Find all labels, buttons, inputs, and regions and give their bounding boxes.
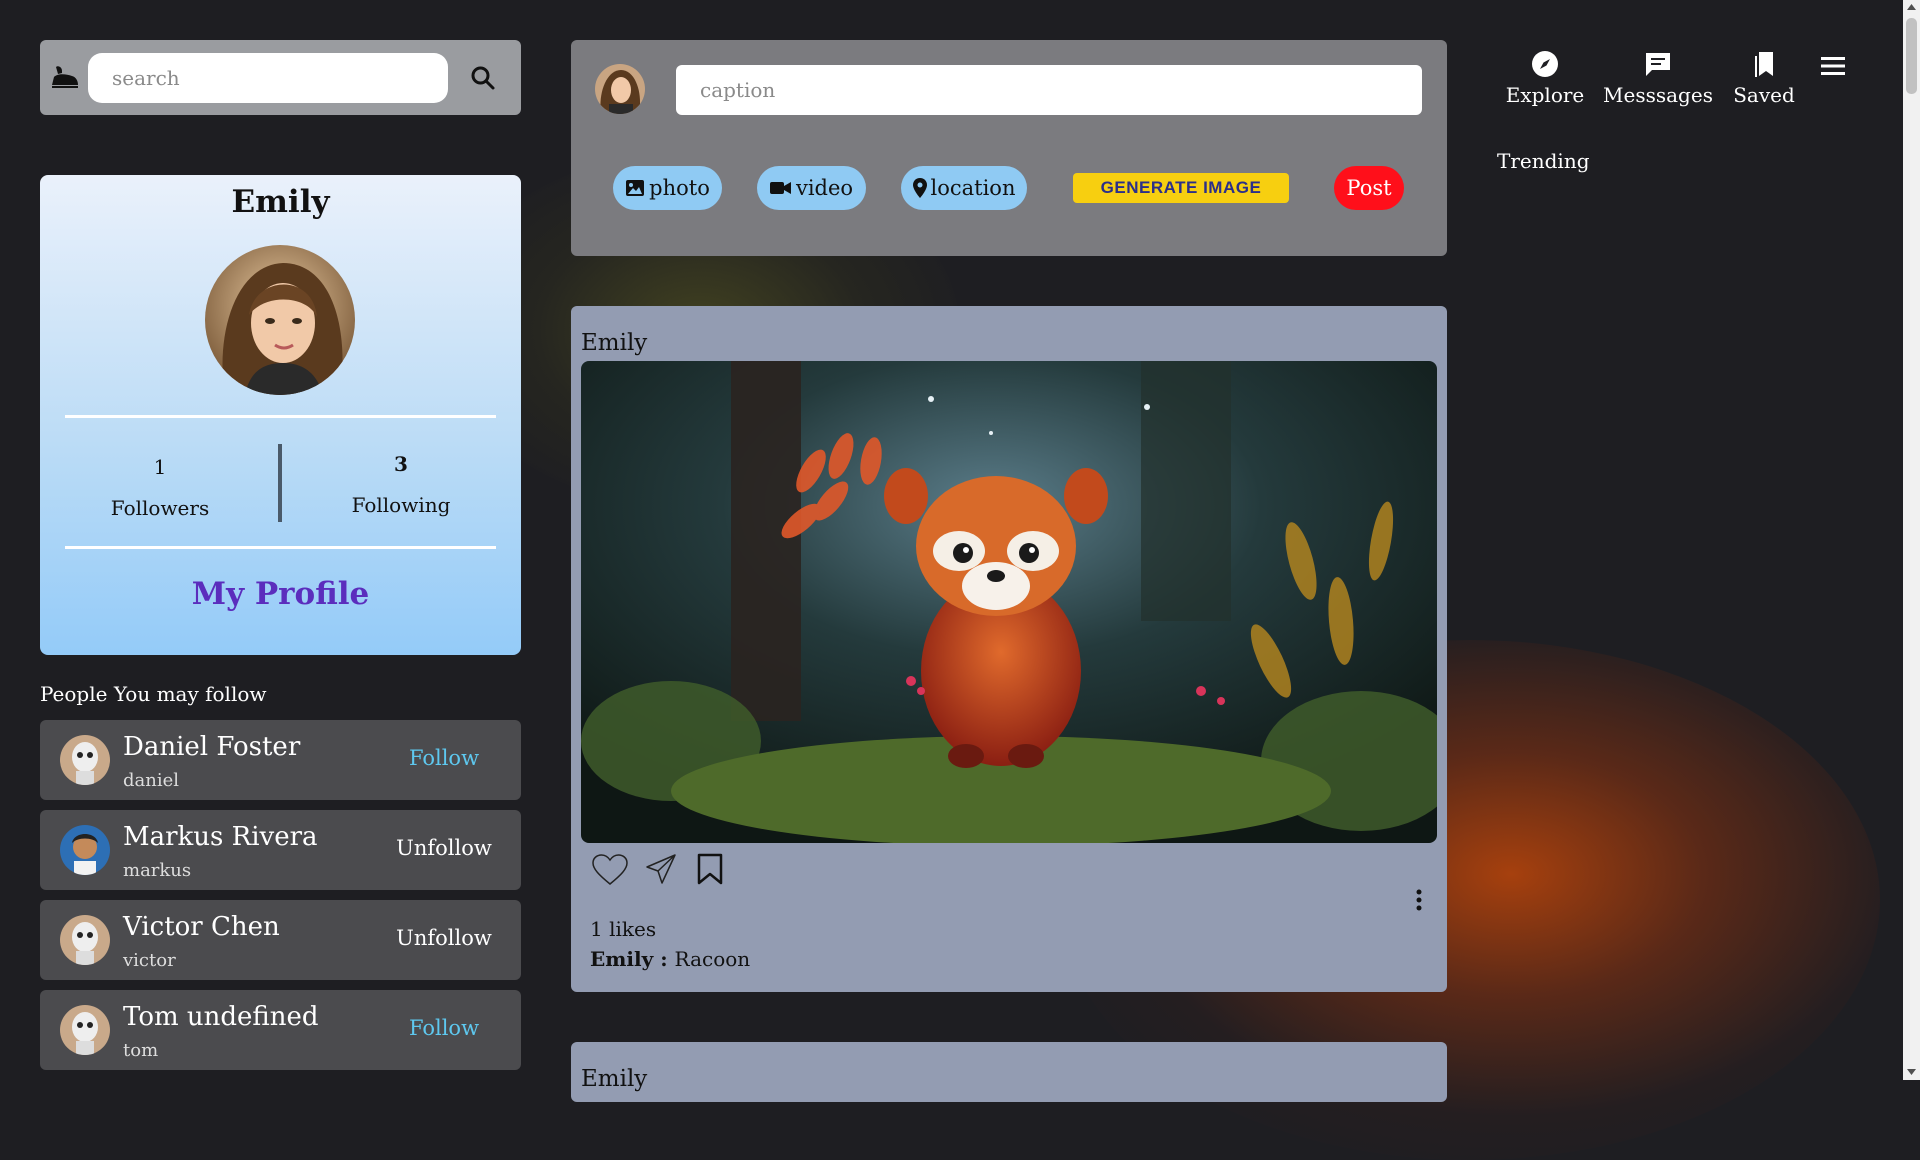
video-label: video [795, 176, 854, 200]
person-username: markus [123, 860, 192, 881]
search-input[interactable] [88, 53, 448, 103]
person-name[interactable]: Victor Chen [123, 912, 280, 942]
list-item: Tom undefined tom Follow [40, 990, 521, 1070]
location-pin-icon [912, 178, 927, 198]
nav-explore[interactable]: Explore [1500, 50, 1590, 107]
generate-image-button[interactable]: GENERATE IMAGE [1073, 173, 1289, 203]
nav-explore-label: Explore [1505, 83, 1585, 107]
following-count: 3 [394, 452, 408, 476]
follow-button[interactable]: Follow [384, 746, 504, 770]
person-username: tom [123, 1040, 159, 1061]
people-section-title: People You may follow [40, 682, 267, 706]
caption-author[interactable]: Emily [590, 947, 653, 971]
divider [65, 546, 496, 549]
more-options-icon[interactable] [1415, 889, 1423, 911]
follow-button[interactable]: Follow [384, 1016, 504, 1040]
message-icon [1646, 53, 1670, 76]
stats-separator [278, 444, 282, 522]
robot-avatar[interactable] [60, 915, 110, 965]
location-button[interactable]: location [901, 166, 1027, 210]
person-name[interactable]: Markus Rivera [123, 822, 318, 852]
scrollbar-thumb[interactable] [1906, 18, 1917, 94]
composer-avatar[interactable] [595, 64, 645, 114]
person-name[interactable]: Tom undefined [123, 1002, 319, 1032]
caption-input[interactable] [676, 65, 1422, 115]
following-label[interactable]: Following [336, 493, 466, 517]
post-card [571, 1042, 1447, 1102]
list-item: Victor Chen victor Unfollow [40, 900, 521, 980]
nav-messages-label: Messsages [1603, 83, 1713, 107]
scrollbar[interactable] [1903, 0, 1920, 1080]
post-author[interactable]: Emily [581, 330, 647, 356]
divider [65, 415, 496, 418]
video-button[interactable]: video [757, 166, 866, 210]
photo-button[interactable]: photo [613, 166, 722, 210]
logo-icon[interactable] [50, 63, 80, 91]
photo-label: photo [649, 176, 710, 200]
scroll-down-icon[interactable] [1906, 1068, 1917, 1076]
post-likes: 1 likes [590, 917, 657, 941]
unfollow-button[interactable]: Unfollow [384, 926, 504, 950]
person-username: victor [123, 950, 176, 971]
list-item: Markus Rivera markus Unfollow [40, 810, 521, 890]
bookmarks-icon [1755, 52, 1773, 77]
search-icon[interactable] [470, 65, 496, 91]
person-avatar[interactable] [60, 825, 110, 875]
nav-saved[interactable]: Saved [1726, 50, 1802, 107]
person-username: daniel [123, 770, 180, 791]
followers-count: 1 [153, 455, 167, 479]
heart-icon[interactable] [591, 853, 629, 887]
my-profile-link[interactable]: My Profile [40, 576, 521, 612]
share-icon[interactable] [645, 853, 677, 885]
nav-messages[interactable]: Messsages [1600, 50, 1716, 107]
compass-icon [1532, 51, 1558, 77]
post-caption: Emily : Racoon [590, 947, 750, 971]
video-icon [769, 182, 791, 194]
caption-separator: : [653, 947, 675, 971]
followers-label[interactable]: Followers [95, 496, 225, 520]
menu-icon[interactable] [1820, 55, 1846, 77]
bookmark-icon[interactable] [697, 853, 723, 885]
scroll-up-icon[interactable] [1906, 3, 1917, 11]
list-item: Daniel Foster daniel Follow [40, 720, 521, 800]
unfollow-button[interactable]: Unfollow [384, 836, 504, 860]
post-button[interactable]: Post [1334, 166, 1404, 210]
image-icon [626, 180, 645, 196]
profile-avatar[interactable] [205, 245, 355, 395]
caption-text: Racoon [674, 947, 751, 971]
robot-avatar[interactable] [60, 1005, 110, 1055]
profile-name: Emily [231, 184, 330, 220]
nav-saved-label: Saved [1733, 83, 1795, 107]
post-image[interactable] [581, 361, 1437, 843]
post-author[interactable]: Emily [581, 1066, 647, 1092]
robot-avatar[interactable] [60, 735, 110, 785]
trending-title[interactable]: Trending [1497, 149, 1590, 173]
person-name[interactable]: Daniel Foster [123, 732, 300, 762]
location-label: location [930, 176, 1016, 200]
